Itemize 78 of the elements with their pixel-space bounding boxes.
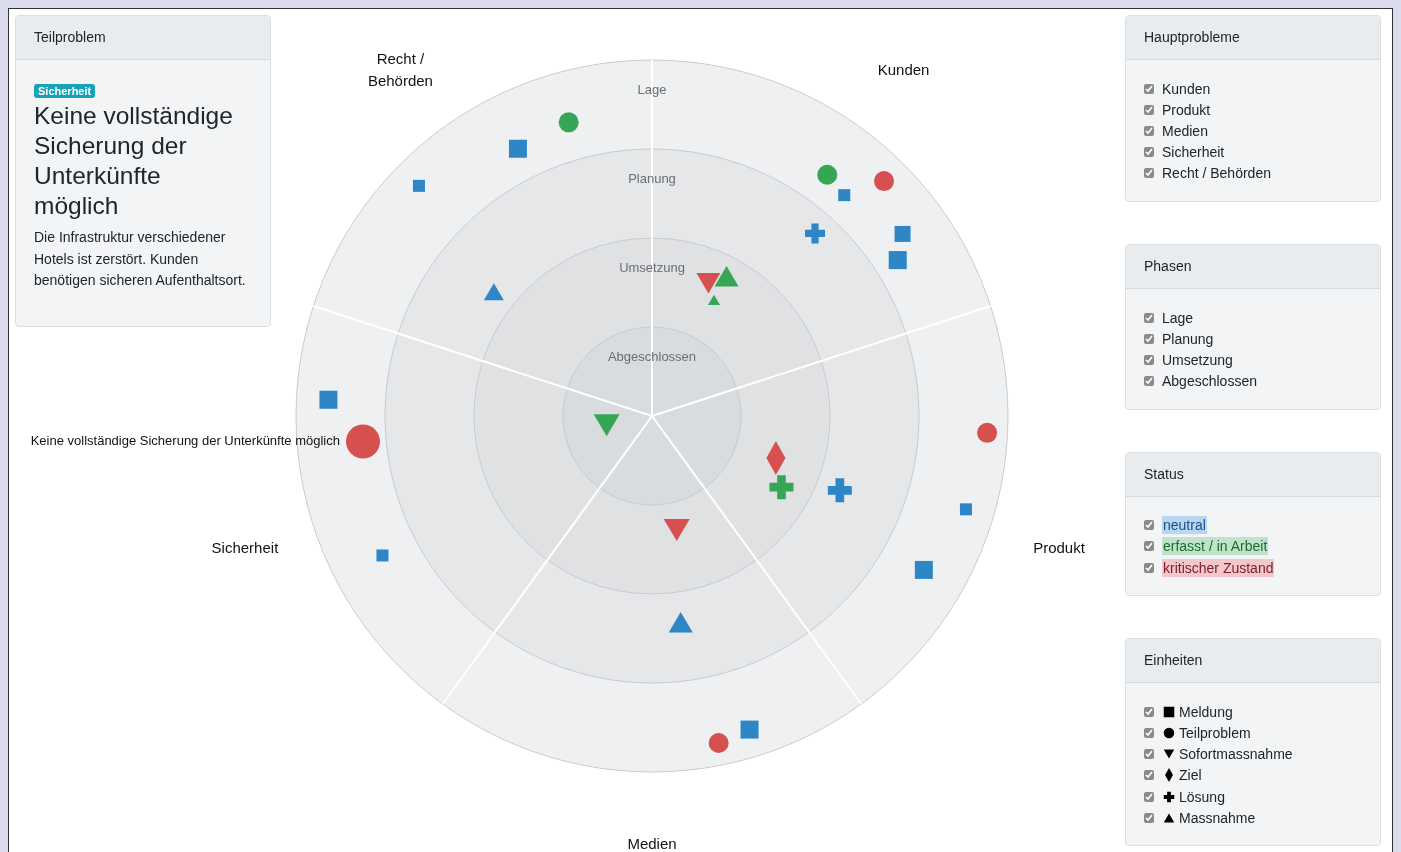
diamond-icon xyxy=(1165,768,1173,783)
triangle-marker[interactable] xyxy=(483,283,504,301)
checkbox[interactable] xyxy=(1144,770,1154,781)
ring-label: Lage xyxy=(637,82,667,97)
status-label: neutral xyxy=(1162,516,1207,535)
cross-marker[interactable] xyxy=(805,223,825,244)
filter-label: Ziel xyxy=(1179,767,1202,784)
cross-marker[interactable] xyxy=(827,478,852,503)
circle-marker[interactable] xyxy=(817,164,838,185)
checkbox[interactable] xyxy=(1144,706,1154,717)
cross-icon xyxy=(1163,791,1175,802)
filter-label: Umsetzung xyxy=(1162,351,1233,368)
card-header: Hauptprobleme xyxy=(1126,16,1380,60)
filter-label: Lage xyxy=(1162,309,1194,326)
checkbox[interactable] xyxy=(1144,147,1154,158)
filter-label: Kunden xyxy=(1162,80,1211,97)
circle-marker[interactable] xyxy=(346,424,380,459)
checkbox[interactable] xyxy=(1144,791,1154,802)
circle-marker[interactable] xyxy=(874,171,894,192)
checkbox[interactable] xyxy=(1144,168,1154,179)
triangle-marker[interactable] xyxy=(708,294,720,305)
ring-label: Planung xyxy=(628,171,676,186)
status-label: erfasst / in Arbeit xyxy=(1162,537,1269,556)
checkbox[interactable] xyxy=(1144,333,1154,344)
cross-marker[interactable] xyxy=(769,475,794,500)
filter-label: Massnahme xyxy=(1179,809,1256,826)
filter-label: Teilproblem xyxy=(1179,725,1251,742)
checkbox[interactable] xyxy=(1144,541,1154,552)
card-header: Teilproblem xyxy=(16,16,270,60)
checkbox[interactable] xyxy=(1144,83,1154,94)
sector-label: Medien xyxy=(627,835,677,852)
card-header: Status xyxy=(1126,452,1380,497)
checkbox[interactable] xyxy=(1144,104,1154,115)
circle-marker[interactable] xyxy=(977,422,998,443)
sector-label: Produkt xyxy=(1033,539,1085,557)
sector-label: Kunden xyxy=(877,60,930,78)
filter-label: Meldung xyxy=(1179,703,1233,720)
checkbox[interactable] xyxy=(1144,520,1154,531)
checkbox[interactable] xyxy=(1144,312,1154,323)
circle-marker[interactable] xyxy=(708,733,729,753)
status-label: kritischer Zustand xyxy=(1162,558,1275,577)
ring-label: Abgeschlossen xyxy=(607,349,697,364)
sector-label: Recht / Behörden xyxy=(367,49,433,89)
card-header: Einheiten xyxy=(1126,639,1380,684)
diamond-marker[interactable] xyxy=(766,441,786,475)
down-triangle-icon xyxy=(1163,749,1175,759)
checkbox[interactable] xyxy=(1144,376,1154,387)
triangle-marker[interactable] xyxy=(668,612,693,633)
circle-marker[interactable] xyxy=(558,112,579,133)
filter-label: Produkt xyxy=(1162,101,1211,118)
down-triangle-marker[interactable] xyxy=(663,518,690,541)
sector-label: Sicherheit xyxy=(211,539,279,557)
down-triangle-marker[interactable] xyxy=(696,273,721,294)
category-badge: Sicherheit xyxy=(34,84,96,98)
problem-description: Die Infrastruktur verschiedener Hotels ist zerstört. Kunden benötigen sicheren Aufenthaltsort. xyxy=(34,228,246,290)
down-triangle-marker[interactable] xyxy=(593,414,620,437)
checkbox[interactable] xyxy=(1144,749,1154,760)
checkbox[interactable] xyxy=(1144,728,1154,739)
triangle-marker[interactable] xyxy=(714,266,739,287)
checkbox[interactable] xyxy=(1144,125,1154,136)
marker-label: Keine vollständige Sicherung der Unterkünfte möglich xyxy=(30,433,340,449)
triangle-icon xyxy=(1163,813,1175,823)
filter-label: Abgeschlossen xyxy=(1162,373,1257,390)
filter-label: Medien xyxy=(1162,122,1208,139)
ring-label: Umsetzung xyxy=(619,260,685,275)
filter-label: Sofortmassnahme xyxy=(1179,746,1293,763)
problem-title: Keine vollständige Sicherung der Unterkünfte möglich xyxy=(34,101,234,221)
checkbox[interactable] xyxy=(1144,562,1154,573)
square-marker[interactable] xyxy=(376,549,389,562)
filter-label: Planung xyxy=(1162,330,1214,347)
checkbox[interactable] xyxy=(1144,812,1154,823)
checkbox[interactable] xyxy=(1144,354,1154,365)
filter-label: Lösung xyxy=(1179,788,1225,805)
card-header: Phasen xyxy=(1126,244,1380,289)
filter-label: Recht / Behörden xyxy=(1162,165,1271,182)
square-icon xyxy=(1163,706,1175,718)
filter-label: Sicherheit xyxy=(1162,144,1225,161)
square-marker[interactable] xyxy=(838,189,851,202)
